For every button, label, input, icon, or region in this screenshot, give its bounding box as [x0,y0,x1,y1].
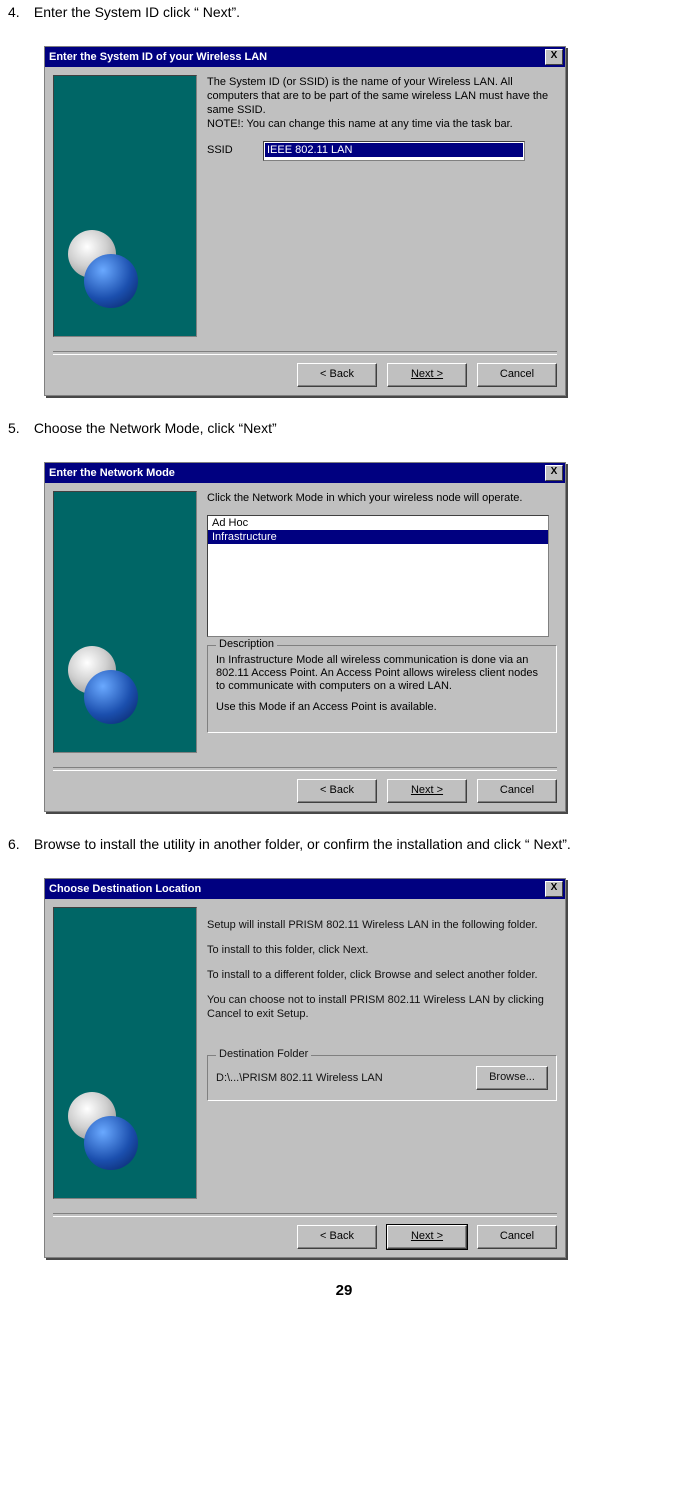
globe-icon [84,1116,138,1170]
info-text: To install to a different folder, click … [207,968,557,982]
ssid-value: IEEE 802.11 LAN [265,143,523,157]
next-button[interactable]: Next > [387,1225,467,1249]
page-number: 29 [8,1282,680,1299]
dialog-destination: Choose Destination Location X Setup will… [44,878,566,1258]
step-number: 4. [8,4,30,20]
cancel-button[interactable]: Cancel [477,363,557,387]
close-icon[interactable]: X [545,881,563,897]
info-text: The System ID (or SSID) is the name of y… [207,75,557,131]
step-5: 5. Choose the Network Mode, click “Next” [8,420,680,436]
next-button[interactable]: Next > [387,363,467,387]
globe-icon [84,670,138,724]
step-4: 4. Enter the System ID click “ Next”. [8,4,680,20]
destination-group: Destination Folder D:\...\PRISM 802.11 W… [207,1055,557,1101]
ssid-label: SSID [207,141,263,156]
step-text: Choose the Network Mode, click “Next” [34,420,277,436]
step-text: Enter the System ID click “ Next”. [34,4,240,20]
network-mode-listbox[interactable]: Ad Hoc Infrastructure [207,515,549,637]
title-bar: Choose Destination Location X [45,879,565,899]
info-text: To install to this folder, click Next. [207,943,557,957]
description-group: Description In Infrastructure Mode all w… [207,645,557,733]
step-text: Browse to install the utility in another… [34,836,571,852]
back-button[interactable]: < Back [297,1225,377,1249]
close-icon[interactable]: X [545,465,563,481]
info-text: Click the Network Mode in which your wir… [207,491,557,505]
step-6: 6. Browse to install the utility in anot… [8,836,680,852]
cancel-button[interactable]: Cancel [477,1225,557,1249]
back-button[interactable]: < Back [297,779,377,803]
title-caption: Enter the System ID of your Wireless LAN [49,51,545,63]
group-legend: Description [216,638,277,650]
back-button[interactable]: < Back [297,363,377,387]
globe-icon [84,254,138,308]
info-text: Setup will install PRISM 802.11 Wireless… [207,918,557,932]
wizard-graphic [53,491,197,753]
ssid-input[interactable]: IEEE 802.11 LAN [263,141,525,161]
cancel-button[interactable]: Cancel [477,779,557,803]
wizard-graphic [53,907,197,1199]
list-item[interactable]: Ad Hoc [208,516,548,530]
close-icon[interactable]: X [545,49,563,65]
title-caption: Enter the Network Mode [49,467,545,479]
browse-button[interactable]: Browse... [476,1066,548,1090]
title-bar: Enter the Network Mode X [45,463,565,483]
list-item[interactable]: Infrastructure [208,530,548,544]
title-caption: Choose Destination Location [49,883,545,895]
description-text: Use this Mode if an Access Point is avai… [216,701,548,714]
info-text: You can choose not to install PRISM 802.… [207,993,557,1021]
destination-path: D:\...\PRISM 802.11 Wireless LAN [216,1072,383,1084]
wizard-graphic [53,75,197,337]
step-number: 5. [8,420,30,436]
dialog-system-id: Enter the System ID of your Wireless LAN… [44,46,566,396]
step-number: 6. [8,836,30,852]
dialog-network-mode: Enter the Network Mode X Click the Netwo… [44,462,566,812]
description-text: In Infrastructure Mode all wireless comm… [216,654,548,693]
next-button[interactable]: Next > [387,779,467,803]
title-bar: Enter the System ID of your Wireless LAN… [45,47,565,67]
group-legend: Destination Folder [216,1048,311,1060]
